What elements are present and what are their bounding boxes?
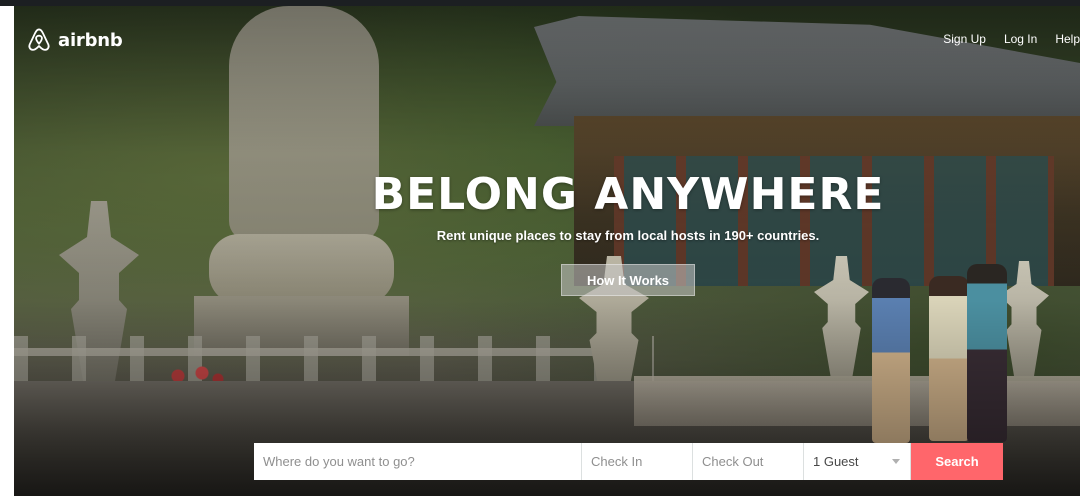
hero-headline: BELONG ANYWHERE [371,169,885,220]
hero-headline-container: BELONG ANYWHERE [340,168,916,222]
check-out-input[interactable]: Check Out [693,443,804,480]
top-navigation: Sign Up Log In Help [943,32,1080,46]
search-bar: Where do you want to go? Check In Check … [254,443,1003,480]
guests-select[interactable]: 1 Guest [804,443,911,480]
airbnb-homepage: airbnb Sign Up Log In Help BELONG ANYWHE… [0,0,1080,496]
hero-overlay [14,6,1080,496]
guests-value: 1 Guest [813,454,859,469]
airbnb-wordmark: airbnb [58,29,123,51]
log-in-link[interactable]: Log In [1004,32,1037,46]
airbnb-logo-link[interactable]: airbnb [26,27,123,53]
sign-up-link[interactable]: Sign Up [943,32,986,46]
chevron-down-icon [892,459,900,464]
search-button[interactable]: Search [911,443,1003,480]
help-link[interactable]: Help [1055,32,1080,46]
airbnb-belo-logo-icon [28,28,50,51]
hero-background-photo [14,6,1080,496]
check-in-input[interactable]: Check In [582,443,693,480]
location-input[interactable]: Where do you want to go? [254,443,582,480]
how-it-works-button[interactable]: How It Works [561,264,695,296]
hero-subheadline: Rent unique places to stay from local ho… [436,228,820,243]
